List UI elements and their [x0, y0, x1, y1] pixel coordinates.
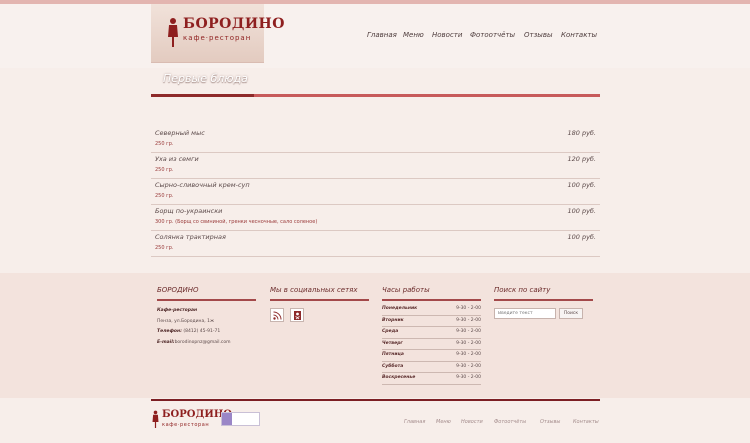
footer-logo-subtitle: кафе·ресторан: [162, 422, 210, 428]
hours-row: Воскресенье 9-30 - 2-00: [382, 373, 481, 385]
counter-logo-icon: [222, 413, 232, 425]
social-links: [270, 308, 369, 322]
footer: [0, 273, 750, 398]
main-nav: Главная Меню Новости Фотоотчёты Отзывы К…: [0, 31, 750, 45]
menu-item-weight: 250 гр.: [155, 193, 174, 199]
odnoklassniki-button[interactable]: [290, 308, 304, 322]
hours-divider: [382, 299, 481, 301]
menu-item-price: 180 руб.: [567, 129, 596, 137]
footer-nav-reviews[interactable]: Отзывы: [540, 419, 560, 425]
nav-contacts[interactable]: Контакты: [561, 31, 597, 39]
menu-item-price: 100 руб.: [567, 181, 596, 189]
menu-item: Уха из семги 120 руб. 250 гр.: [151, 153, 600, 179]
hours-title: Часы работы: [382, 286, 430, 294]
menu-item-weight: 300 гр. (Борщ со свининой, гренки чесноч…: [155, 219, 318, 225]
footer-nav-contacts[interactable]: Контакты: [573, 419, 599, 425]
menu-list: Северный мыс 180 руб. 250 гр. Уха из сем…: [151, 127, 600, 257]
rss-icon: [273, 311, 282, 320]
hours-row: Вторник 9-30 - 2-00: [382, 316, 481, 327]
menu-item-weight: 250 гр.: [155, 245, 174, 251]
bottom-divider: [151, 399, 600, 401]
about-type: Кафе-ресторан: [157, 308, 198, 313]
nav-reviews[interactable]: Отзывы: [524, 31, 553, 39]
footer-search: Поиск по сайту Поиск: [494, 286, 593, 319]
footer-nav-menu[interactable]: Меню: [436, 419, 451, 425]
email-label: E-mail:: [157, 339, 175, 345]
footer-logo-figure-icon: [152, 410, 159, 428]
menu-item-name: Солянка трактирная: [155, 233, 226, 241]
hours-row: Среда 9-30 - 2-00: [382, 327, 481, 339]
visit-counter-badge[interactable]: [221, 412, 260, 426]
odnoklassniki-icon: [294, 311, 301, 320]
footer-nav-home[interactable]: Главная: [404, 419, 425, 425]
footer-social: Мы в социальных сетях: [270, 286, 369, 322]
nav-news[interactable]: Новости: [432, 31, 462, 39]
nav-home[interactable]: Главная: [367, 31, 397, 39]
hours-row: Пятница 9-30 - 2-00: [382, 350, 481, 362]
menu-item-price: 100 руб.: [567, 207, 596, 215]
logo-title: БОРОДИНО: [183, 16, 285, 32]
footer-nav-photo-reports[interactable]: Фотоотчёты: [494, 419, 526, 425]
site-header: БОРОДИНО кафе·ресторан Главная Меню Ново…: [0, 4, 750, 68]
phone-value: (8412) 45-91-71: [183, 329, 221, 334]
rss-button[interactable]: [270, 308, 284, 322]
menu-item-name: Сырно-сливочный крем-суп: [155, 181, 250, 189]
menu-item: Северный мыс 180 руб. 250 гр.: [151, 127, 600, 153]
nav-menu[interactable]: Меню: [403, 31, 424, 39]
menu-item-name: Северный мыс: [155, 129, 205, 137]
menu-item: Солянка трактирная 100 руб. 250 гр.: [151, 231, 600, 257]
footer-about: БОРОДИНО Кафе-ресторан Пенза, ул.Бородин…: [157, 286, 256, 347]
menu-item: Борщ по-украински 100 руб. 300 гр. (Борщ…: [151, 205, 600, 231]
page-title: Первые блюда: [163, 72, 248, 85]
hours-row: Понедельник 9-30 - 2-00: [382, 304, 481, 316]
search-input[interactable]: [494, 308, 556, 319]
about-address: Пенза, ул.Бородина, 1ж: [157, 318, 215, 324]
menu-item: Сырно-сливочный крем-суп 100 руб. 250 гр…: [151, 179, 600, 205]
menu-item-name: Уха из семги: [155, 155, 199, 163]
title-divider-accent: [151, 94, 254, 97]
menu-item-weight: 250 гр.: [155, 167, 174, 173]
footer-nav-news[interactable]: Новости: [461, 419, 483, 425]
hours-row: Четверг 9-30 - 2-00: [382, 339, 481, 350]
search-divider: [494, 299, 593, 301]
social-title: Мы в социальных сетях: [270, 286, 358, 294]
menu-item-weight: 250 гр.: [155, 141, 174, 147]
menu-item-price: 100 руб.: [567, 233, 596, 241]
search-title: Поиск по сайту: [494, 286, 551, 294]
menu-item-name: Борщ по-украински: [155, 207, 223, 215]
bottom-bar: [0, 401, 750, 443]
about-title: БОРОДИНО: [157, 286, 199, 294]
nav-photo-reports[interactable]: Фотоотчёты: [470, 31, 515, 39]
social-divider: [270, 299, 369, 301]
hours-row: Суббота 9-30 - 2-00: [382, 362, 481, 373]
search-button[interactable]: Поиск: [559, 308, 583, 319]
email-link[interactable]: borodinopnz@gmail.com: [175, 340, 231, 345]
about-divider: [157, 299, 256, 301]
footer-hours: Часы работы Понедельник 9-30 - 2-00 Вторн…: [382, 286, 481, 385]
menu-item-price: 120 руб.: [567, 155, 596, 163]
phone-label: Телефон:: [157, 329, 182, 334]
